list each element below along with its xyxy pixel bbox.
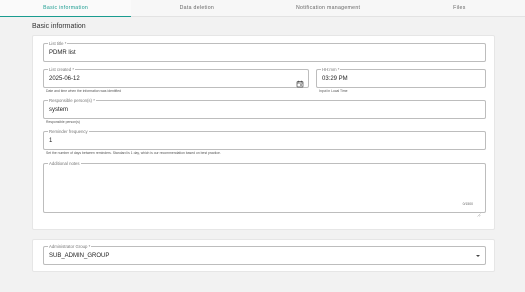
additional-notes-label: Additional notes [48,161,81,166]
basic-info-card: List title * PDMR list List created * 20… [32,35,495,230]
administrator-group-select[interactable]: Administrator Group * SUB_ADMIN_GROUP [43,244,486,265]
list-created-label: List created * [48,67,76,72]
tab-notification-management[interactable]: Notification management [263,0,394,16]
tab-data-deletion[interactable]: Data deletion [131,0,262,16]
reminder-frequency-field[interactable]: Reminder frequency 1 [43,129,486,150]
reminder-frequency-helper: Set the number of days between reminders… [46,151,221,155]
administrator-group-label: Administrator Group * [48,244,92,249]
section-title: Basic information [32,23,86,30]
list-created-helper: Date and time when the information was i… [46,89,122,93]
list-title-value: PDMR list [49,49,76,56]
chevron-down-icon[interactable] [476,254,480,257]
time-helper: Input in Local Time [319,89,348,93]
responsible-value: system [49,106,69,113]
additional-notes-field[interactable]: Additional notes 0/1500 [43,161,486,217]
tab-files[interactable]: Files [394,0,525,16]
administrator-group-value: SUB_ADMIN_GROUP [49,252,110,259]
tab-bar: Basic information Data deletion Notifica… [0,0,525,17]
calendar-icon[interactable] [296,75,304,87]
responsible-helper: Responsible person(s) [46,120,80,124]
list-title-field[interactable]: List title * PDMR list [43,41,486,62]
time-field[interactable]: HH:mm * 03:29 PM [316,67,486,88]
reminder-frequency-value: 1 [49,137,53,144]
responsible-field[interactable]: Responsible person(s) * system [43,98,486,119]
responsible-label: Responsible person(s) * [48,98,96,103]
list-created-field[interactable]: List created * 2025-06-12 [43,67,309,88]
resize-handle-icon[interactable] [477,204,481,217]
reminder-frequency-label: Reminder frequency [48,129,89,134]
character-counter: 0/1500 [462,202,473,206]
list-title-label: List title * [48,41,68,46]
admin-group-card: Administrator Group * SUB_ADMIN_GROUP [32,239,495,272]
tab-basic-information[interactable]: Basic information [0,0,132,17]
time-label: HH:mm * [321,67,341,72]
time-value: 03:29 PM [322,75,348,82]
list-created-value: 2025-06-12 [49,75,80,82]
